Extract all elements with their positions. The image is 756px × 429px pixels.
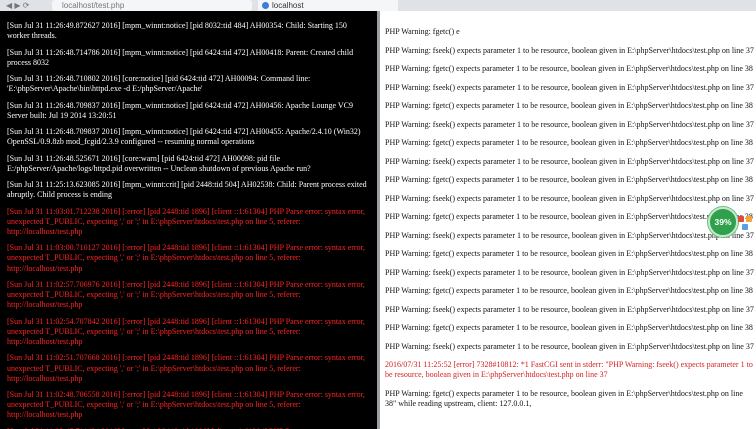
- address-bar[interactable]: localhost/test.php: [52, 0, 252, 11]
- log-line: PHP Warning: fgetc() expects parameter 1…: [385, 101, 753, 110]
- nginx-error-log-panel[interactable]: PHP Warning: fgetc() e PHP Warning: fseek…: [380, 11, 756, 429]
- log-line: PHP Warning: fgetc() expects parameter 1…: [385, 138, 753, 147]
- log-line: PHP Warning: fseek() expects parameter 1…: [385, 156, 754, 166]
- log-line: PHP Warning: fgetc() expects parameter 1…: [385, 212, 753, 221]
- log-line-error: 2016/07/31 11:25:52 [error] 7328#10812: …: [385, 360, 753, 380]
- badge-tray-icon: [738, 213, 756, 231]
- log-line-error: [Sun Jul 31 11:02:57.706976 2016] [:erro…: [7, 279, 365, 310]
- log-line: PHP Warning: fgetc() expects parameter 1…: [385, 175, 753, 184]
- badge-percent-label: 39%: [714, 217, 732, 227]
- browser-tab[interactable]: localhost: [258, 0, 398, 11]
- log-line: PHP Warning: fseek() expects parameter 1…: [385, 193, 754, 203]
- nav-arrows[interactable]: ◀ ▶ ⟳: [6, 0, 46, 11]
- log-line-error: [Sun Jul 31 11:03:00.710127 2016] [:erro…: [7, 243, 365, 273]
- log-line: PHP Warning: fseek() expects parameter 1…: [385, 304, 754, 314]
- log-line: PHP Warning: fseek() expects parameter 1…: [385, 119, 754, 129]
- browser-bar: ◀ ▶ ⟳ localhost/test.php localhost: [0, 0, 756, 11]
- tab-favicon-icon: [262, 2, 269, 9]
- log-line-error: [Sun Jul 31 11:02:51.707668 2016] [:erro…: [7, 353, 365, 383]
- log-line: [Sun Jul 31 11:26:48.709837 2016] [mpm_w…: [7, 127, 361, 147]
- log-line: PHP Warning: fgetc() expects parameter 1…: [385, 388, 743, 408]
- log-line: PHP Warning: fgetc() expects parameter 1…: [385, 249, 753, 258]
- log-line: PHP Warning: fseek() expects parameter 1…: [385, 230, 754, 240]
- log-line: PHP Warning: fgetc() expects parameter 1…: [385, 323, 753, 332]
- log-line: [Sun Jul 31 11:26:48.714786 2016] [mpm_w…: [7, 47, 354, 67]
- log-line: [Sun Jul 31 11:25:13.623085 2016] [mpm_w…: [7, 180, 367, 200]
- log-line-error: [Sun Jul 31 11:03:01.712238 2016] [:erro…: [7, 206, 365, 236]
- log-line: [Sun Jul 31 11:26:48.710802 2016] [core:…: [7, 74, 311, 94]
- log-line-error: [Sun Jul 31 11:02:48.706558 2016] [:erro…: [7, 390, 365, 420]
- log-line: PHP Warning: fseek() expects parameter 1…: [385, 45, 754, 55]
- log-line: [Sun Jul 31 11:26:48.709837 2016] [mpm_w…: [7, 100, 353, 120]
- network-speed-badge[interactable]: 39%: [708, 207, 738, 237]
- log-line: [Sun Jul 31 11:26:49.872627 2016] [mpm_w…: [7, 21, 347, 41]
- apache-error-log-panel[interactable]: [Sun Jul 31 11:26:49.872627 2016] [mpm_w…: [0, 11, 377, 429]
- log-line: PHP Warning: fseek() expects parameter 1…: [385, 267, 754, 277]
- log-line: PHP Warning: fseek() expects parameter 1…: [385, 341, 754, 351]
- log-line: [Sun Jul 31 11:26:48.525671 2016] [core:…: [7, 153, 311, 173]
- log-line-error: [Sun Jul 31 11:02:54.707842 2016] [:erro…: [7, 316, 365, 347]
- log-line: PHP Warning: fgetc() e: [385, 27, 460, 36]
- log-line: PHP Warning: fgetc() expects parameter 1…: [385, 286, 753, 295]
- log-line: PHP Warning: fgetc() expects parameter 1…: [385, 64, 753, 73]
- log-line: PHP Warning: fseek() expects parameter 1…: [385, 82, 754, 92]
